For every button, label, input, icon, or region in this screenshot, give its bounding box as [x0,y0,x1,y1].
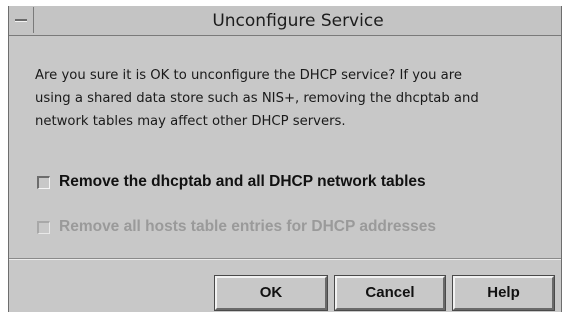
dialog-title: Unconfigure Service [212,11,384,31]
remove-dhcptab-option[interactable]: Remove the dhcptab and all DHCP network … [37,172,426,192]
window-menu-icon [15,19,27,22]
message-line: network tables may affect other DHCP ser… [35,114,346,129]
remove-dhcptab-label[interactable]: Remove the dhcptab and all DHCP network … [59,173,426,191]
remove-dhcptab-checkbox[interactable] [37,175,50,189]
confirmation-message: Are you sure it is OK to unconfigure the… [35,64,555,133]
cancel-button[interactable]: Cancel [334,275,446,311]
message-line: Are you sure it is OK to unconfigure the… [35,68,462,83]
remove-hosts-entries-checkbox [37,220,50,234]
title-bar: Unconfigure Service [9,6,561,36]
button-separator [9,258,561,260]
remove-hosts-entries-option: Remove all hosts table entries for DHCP … [37,217,436,237]
ok-button[interactable]: OK [214,275,328,311]
message-line: using a shared data store such as NIS+, … [35,91,479,106]
remove-hosts-entries-label: Remove all hosts table entries for DHCP … [59,218,437,235]
window-menu-button[interactable] [10,7,34,33]
help-button[interactable]: Help [452,275,555,311]
unconfigure-service-dialog: Unconfigure Service Are you sure it is O… [8,6,562,312]
